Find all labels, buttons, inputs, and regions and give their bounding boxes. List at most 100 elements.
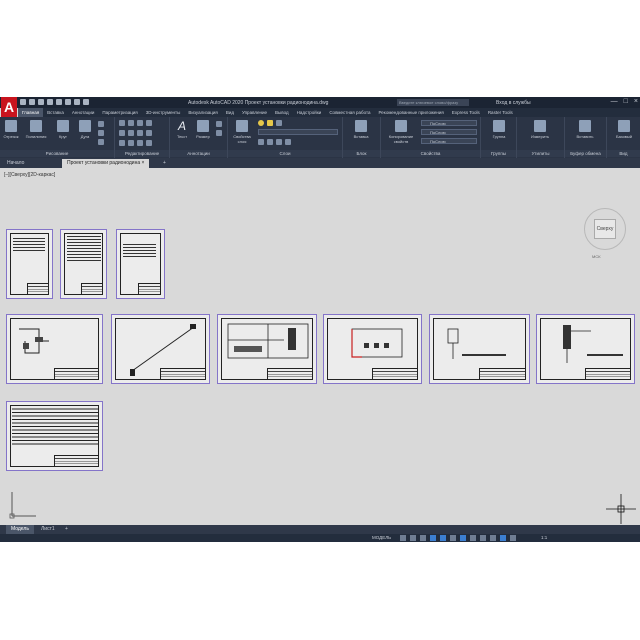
view-group-label[interactable]: Вид [607, 150, 640, 157]
properties-group-label[interactable]: Свойства [381, 150, 480, 157]
drawing-sheet[interactable] [536, 314, 635, 384]
layer-freeze-icon[interactable] [267, 120, 273, 126]
annotation-scale-icon[interactable] [510, 535, 516, 541]
tab-3d-tools[interactable]: 3D-инструменты [142, 108, 185, 117]
snap-icon[interactable] [410, 535, 416, 541]
file-tab-drawing[interactable]: Проект установки радионодина × [62, 159, 150, 168]
linetype-combo[interactable]: ПоСлою [421, 138, 477, 144]
array-icon[interactable] [137, 140, 143, 146]
minimize-button[interactable]: — [611, 98, 618, 105]
open-icon[interactable] [29, 99, 35, 105]
paste-button[interactable]: Вставить [571, 120, 599, 139]
tab-featured-apps[interactable]: Рекомендованные приложения [375, 108, 448, 117]
spline-icon[interactable] [98, 139, 104, 145]
viewport-controls[interactable]: [–][Сверху][2D-каркас] [4, 172, 55, 178]
drawing-sheet[interactable] [6, 314, 103, 384]
autocad-logo-icon[interactable]: A [1, 97, 17, 117]
file-tab-new[interactable]: + [158, 159, 171, 168]
tab-express-tools[interactable]: Express Tools [448, 108, 484, 117]
drawing-sheet[interactable] [116, 229, 165, 299]
make-current-icon[interactable] [258, 139, 264, 145]
redo-icon[interactable] [83, 99, 89, 105]
line-button[interactable]: Отрезок [2, 120, 20, 139]
rectangle-icon[interactable] [98, 121, 104, 127]
color-combo[interactable]: ПоСлою [421, 120, 477, 126]
insert-block-button[interactable]: Вставка [349, 120, 373, 139]
layer-isolate-icon[interactable] [276, 139, 282, 145]
dynamic-ucs-icon[interactable] [500, 535, 506, 541]
tab-raster-tools[interactable]: Raster Tools [484, 108, 517, 117]
viewcube-top-face[interactable]: Сверху [594, 219, 616, 239]
annotation-scale[interactable]: 1:1 [541, 534, 547, 542]
drawing-sheet[interactable] [6, 401, 103, 471]
polyline-button[interactable]: Полилиния [24, 120, 48, 139]
offset-icon[interactable] [146, 140, 152, 146]
layer-properties-button[interactable]: Свойства слоя [231, 120, 253, 144]
lineweight-icon[interactable] [470, 535, 476, 541]
drawing-sheet[interactable] [6, 229, 53, 299]
fillet-icon[interactable] [137, 130, 143, 136]
new-icon[interactable] [20, 99, 26, 105]
stretch-icon[interactable] [119, 140, 125, 146]
explode-icon[interactable] [146, 130, 152, 136]
tab-model[interactable]: Модель [6, 525, 34, 534]
tab-manage[interactable]: Управление [238, 108, 271, 117]
layers-group-label[interactable]: Слои [228, 150, 342, 157]
dimension-button[interactable]: Размер [194, 120, 212, 139]
object-snap-icon[interactable] [460, 535, 466, 541]
lineweight-combo[interactable]: ПоСлою [421, 129, 477, 135]
match-layer-icon[interactable] [267, 139, 273, 145]
tab-visualize[interactable]: Визуализация [184, 108, 221, 117]
tab-output[interactable]: Вывод [271, 108, 293, 117]
tab-home[interactable]: Главная [18, 108, 44, 117]
move-icon[interactable] [119, 120, 125, 126]
print-icon[interactable] [65, 99, 71, 105]
utilities-group-label[interactable]: Утилиты [517, 150, 564, 157]
tab-collaborate[interactable]: Совместная работа [325, 108, 374, 117]
layer-off-icon[interactable] [285, 139, 291, 145]
clipboard-group-label[interactable]: Буфер обмена [565, 150, 606, 157]
drawing-sheet[interactable] [429, 314, 530, 384]
block-group-label[interactable]: Блок [343, 150, 380, 157]
mirror-icon[interactable] [128, 130, 134, 136]
modify-group-label[interactable]: Редактирование [115, 150, 169, 157]
ortho-icon[interactable] [420, 535, 426, 541]
web-icon[interactable] [56, 99, 62, 105]
scale-icon[interactable] [128, 140, 134, 146]
drawing-sheet[interactable] [60, 229, 107, 299]
tab-parametric[interactable]: Параметризация [98, 108, 141, 117]
leader-icon[interactable] [216, 121, 222, 127]
erase-icon[interactable] [146, 120, 152, 126]
table-icon[interactable] [216, 130, 222, 136]
tab-sheet1[interactable]: Лист1 [36, 525, 60, 534]
draw-group-label[interactable]: Рисование [0, 150, 114, 157]
save-icon[interactable] [38, 99, 44, 105]
layer-combo[interactable] [258, 129, 338, 135]
tab-add-layout[interactable]: + [60, 525, 73, 534]
grid-icon[interactable] [400, 535, 406, 541]
wcs-menu[interactable]: МСК [592, 254, 601, 259]
drawing-area[interactable]: [–][Сверху][2D-каркас] Сверху МСК [0, 168, 640, 525]
tab-annotate[interactable]: Аннотации [68, 108, 99, 117]
circle-button[interactable]: Круг [54, 120, 72, 139]
annotation-group-label[interactable]: Аннотации [170, 150, 227, 157]
viewcube[interactable]: Сверху [584, 208, 626, 250]
base-view-button[interactable]: Базовый [611, 120, 637, 139]
maximize-button[interactable]: □ [624, 98, 628, 105]
tab-addins[interactable]: Надстройки [293, 108, 326, 117]
layer-lock-icon[interactable] [276, 120, 282, 126]
file-tab-start[interactable]: Начало [2, 159, 29, 168]
save-as-icon[interactable] [47, 99, 53, 105]
copy-icon[interactable] [119, 130, 125, 136]
drawing-sheet[interactable] [111, 314, 210, 384]
rotate-icon[interactable] [128, 120, 134, 126]
selection-cycling-icon[interactable] [490, 535, 496, 541]
match-properties-button[interactable]: Копирование свойств [384, 120, 418, 144]
transparency-icon[interactable] [480, 535, 486, 541]
tab-insert[interactable]: Вставка [43, 108, 68, 117]
model-space-toggle[interactable]: МОДЕЛЬ [372, 534, 391, 542]
object-snap-tracking-icon[interactable] [450, 535, 456, 541]
drawing-sheet[interactable] [323, 314, 422, 384]
group-button[interactable]: Группа [487, 120, 511, 139]
arc-button[interactable]: Дуга [76, 120, 94, 139]
